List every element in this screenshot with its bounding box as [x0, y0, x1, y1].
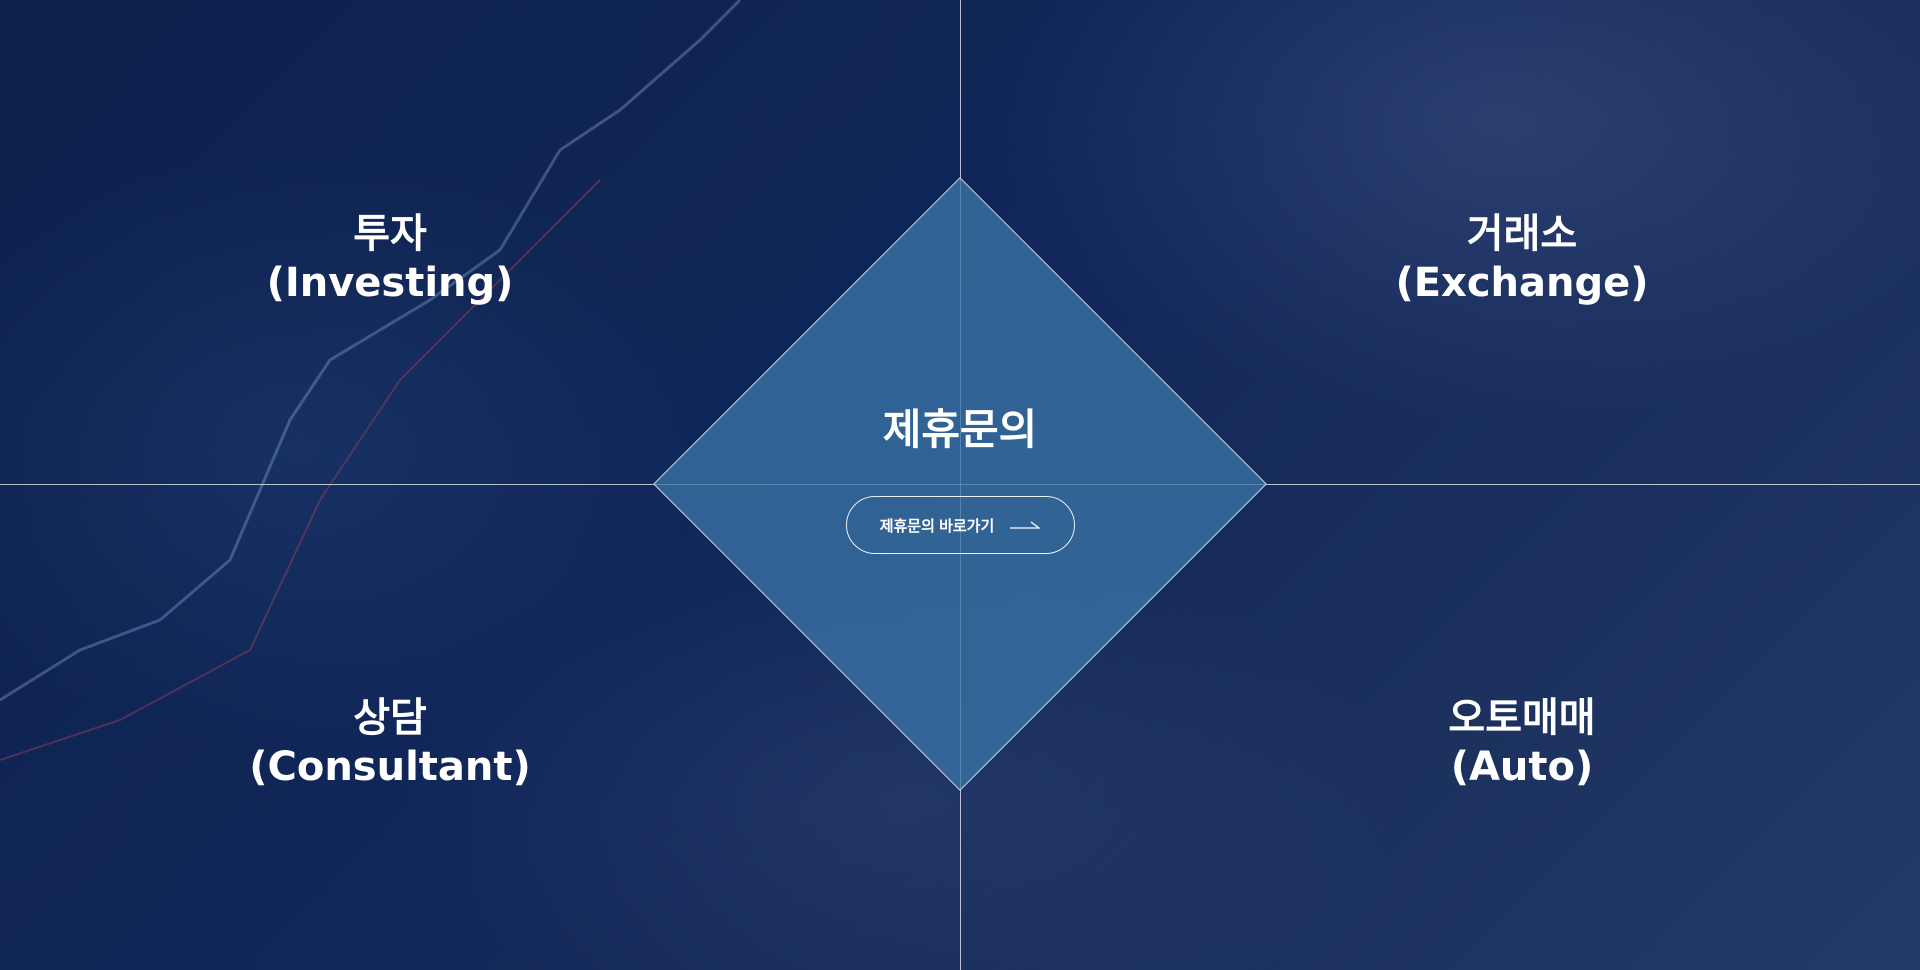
quadrant-subtitle: (Consultant) [249, 744, 531, 790]
quadrant-exchange[interactable]: 거래소 (Exchange) [1272, 210, 1772, 308]
quadrant-subtitle: (Exchange) [1395, 260, 1649, 306]
quadrant-title: 오토매매 [1448, 695, 1596, 741]
quadrant-subtitle: (Auto) [1450, 744, 1594, 790]
quadrant-auto[interactable]: 오토매매 (Auto) [1272, 694, 1772, 792]
quadrant-consultant[interactable]: 상담 (Consultant) [140, 694, 640, 792]
partnership-title: 제휴문의 [882, 405, 1038, 454]
button-label: 제휴문의 바로가기 [879, 517, 995, 535]
quadrant-title: 투자 [353, 211, 427, 257]
partnership-panel: 제휴문의 제휴문의 바로가기 [660, 400, 1260, 554]
quadrant-investing[interactable]: 투자 (Investing) [140, 210, 640, 308]
quadrant-title: 거래소 [1466, 211, 1578, 257]
quadrant-subtitle: (Investing) [266, 260, 514, 306]
partnership-link-button[interactable]: 제휴문의 바로가기 [845, 496, 1075, 554]
quadrant-title: 상담 [353, 695, 427, 741]
arrow-right-icon [1010, 521, 1041, 529]
